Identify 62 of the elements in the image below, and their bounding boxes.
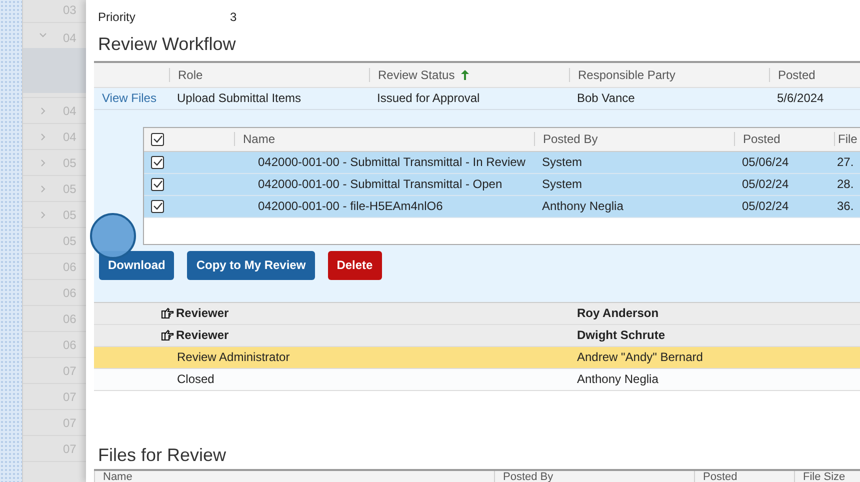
table-cell-text: Upload Submittal Items [176,91,302,106]
column-header[interactable]: Posted By [494,470,694,482]
view-files-link[interactable]: View Files [94,91,169,106]
workflow-step-row[interactable]: Closed Anthony Neglia [94,368,860,391]
priority-label: Priority [98,10,136,26]
column-header[interactable]: Posted By [534,132,734,146]
chevron-right-icon[interactable] [39,106,47,114]
file-name: 042000-001-00 - Submittal Transmittal - In Review [257,155,526,170]
column-header[interactable]: Posted [769,68,860,82]
workflow-step-row[interactable]: Reviewer Dwight Schrute [94,324,860,347]
priority-value: 3 [230,10,237,26]
section-heading: Files for Review [98,444,228,467]
file-name: 042000-001-00 - file-H5EAm4nlO6 [257,199,444,214]
chevron-right-icon[interactable] [39,158,47,166]
select-all-checkbox[interactable] [151,132,164,146]
table-cell-text: System [541,155,584,170]
column-header[interactable]: Posted [694,470,794,482]
pointing-hand-icon [161,307,174,320]
table-cell-text: Anthony Neglia [576,372,660,386]
table-cell-text: 05/06/24 [741,155,790,170]
chevron-right-icon[interactable] [39,210,47,218]
column-header[interactable]: File [834,132,860,146]
workflow-step-row[interactable]: Reviewer Roy Anderson [94,302,860,325]
action-button[interactable]: Copy to My Review [187,250,315,280]
column-header[interactable]: Name [94,470,494,482]
table-cell-text: Anthony Neglia [541,199,624,214]
chevron-right-icon[interactable] [39,184,47,192]
column-header[interactable]: Responsible Party [569,68,769,82]
table-cell-text: 28. [836,177,855,192]
table-cell-text: System [541,177,584,192]
delete-button[interactable]: Delete [328,250,382,280]
table-cell-text: 05/02/24 [741,177,790,192]
row-checkbox[interactable] [151,200,164,213]
click-indicator [90,212,136,259]
chevron-down-icon[interactable] [39,31,47,39]
table-cell-text: Bob Vance [576,91,636,106]
file-name: 042000-001-00 - Submittal Transmittal - Open [257,177,504,192]
table-cell-text: Andrew "Andy" Bernard [576,350,704,364]
table-cell-text: Issued for Approval [376,91,481,106]
table-row[interactable]: View Files Upload Submittal Items Issued for Approval Bob Vance 5/6/2024 [94,88,860,110]
table-cell-text: 27. [836,155,855,170]
action-button[interactable]: Download [99,250,174,280]
table-cell-text: 05/02/24 [741,199,790,214]
table-cell-text: 5/6/2024 [776,91,825,106]
row-checkbox[interactable] [151,156,164,169]
role-text: Closed [177,372,214,386]
pointing-hand-icon [161,329,174,342]
table-cell-text: 36. [836,199,855,214]
role-text: Reviewer [176,306,229,320]
role-text: Reviewer [176,328,229,342]
role-text: Review Administrator [177,350,290,364]
column-header[interactable]: Review Status [369,68,569,82]
column-header[interactable]: Role [169,68,369,82]
column-header[interactable]: Name [234,132,534,146]
chevron-right-icon[interactable] [39,132,47,140]
table-cell-text: Dwight Schrute [576,328,666,342]
section-heading: Review Workflow [98,34,237,56]
column-header[interactable]: Posted [734,132,834,146]
table-cell-text: Roy Anderson [576,306,660,320]
workflow-step-row[interactable]: Review Administrator Andrew "Andy" Bernard [94,346,860,369]
row-checkbox[interactable] [151,178,164,191]
column-header[interactable]: File Size [794,470,860,482]
